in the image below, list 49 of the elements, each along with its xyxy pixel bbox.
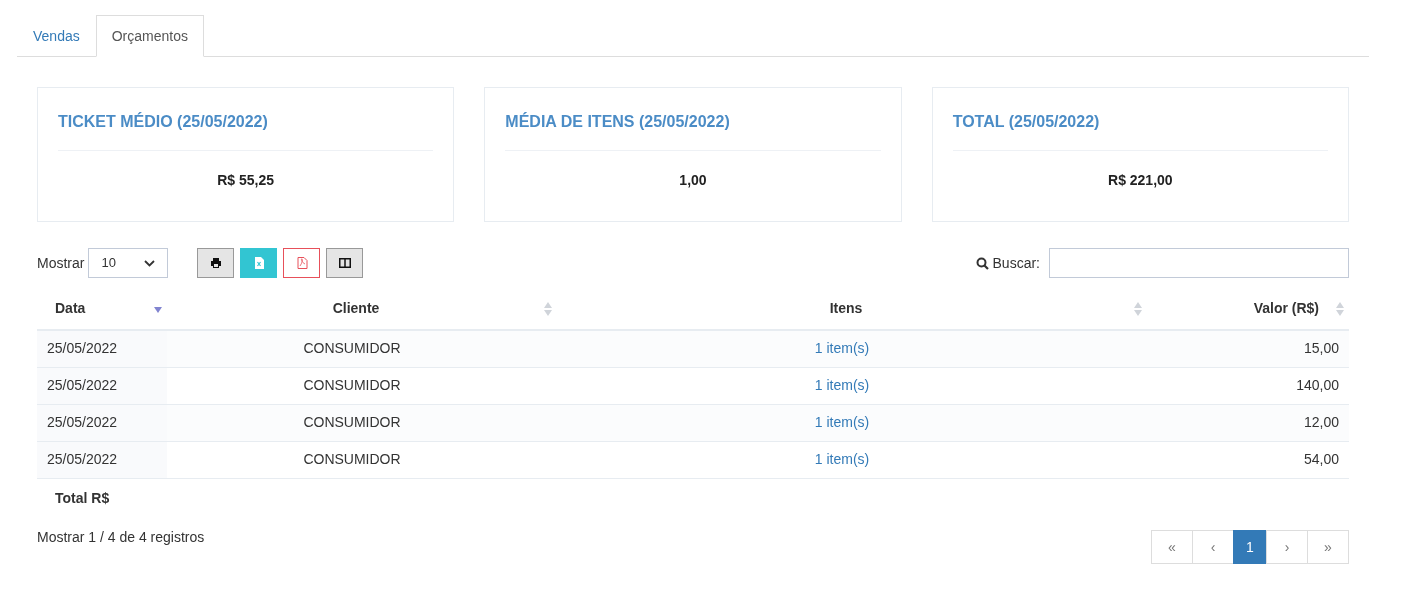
columns-icon bbox=[338, 257, 351, 269]
columns-button[interactable] bbox=[326, 248, 364, 278]
pdf-file-icon bbox=[295, 257, 308, 269]
table-cell: CONSUMIDOR bbox=[167, 330, 557, 367]
search-label: Buscar: bbox=[992, 253, 1040, 273]
column-header[interactable]: Cliente bbox=[167, 288, 557, 330]
search-icon bbox=[975, 256, 989, 270]
table-cell: 25/05/2022 bbox=[37, 441, 167, 478]
card-title: TOTAL (25/05/2022) bbox=[952, 110, 1328, 151]
tab[interactable]: Orçamentos bbox=[95, 15, 204, 57]
items-link[interactable]: 1 item(s) bbox=[557, 441, 1147, 478]
search-field[interactable] bbox=[1049, 248, 1349, 278]
page-button[interactable]: › bbox=[1266, 530, 1308, 564]
table-cell: CONSUMIDOR bbox=[167, 404, 557, 441]
page-button[interactable]: » bbox=[1307, 530, 1349, 564]
table-cell: CONSUMIDOR bbox=[167, 367, 557, 404]
tab[interactable]: Vendas bbox=[17, 15, 96, 57]
card-value: 1,00 bbox=[678, 171, 708, 190]
card-value: R$ 55,25 bbox=[216, 171, 276, 190]
table-cell: 140,00 bbox=[1147, 367, 1349, 404]
length-label: Mostrar bbox=[37, 253, 85, 273]
table-cell: 25/05/2022 bbox=[37, 330, 167, 367]
column-header[interactable]: Itens bbox=[557, 288, 1147, 330]
column-header[interactable]: Data bbox=[37, 288, 167, 330]
items-link[interactable]: 1 item(s) bbox=[557, 404, 1147, 441]
print-button[interactable] bbox=[197, 248, 235, 278]
spreadsheet-file-icon bbox=[252, 257, 265, 269]
table-cell: 54,00 bbox=[1147, 441, 1349, 478]
total-label: Total R$ bbox=[37, 478, 167, 518]
page-button[interactable]: 1 bbox=[1233, 530, 1267, 564]
page-button[interactable]: « bbox=[1151, 530, 1193, 564]
table-cell: 25/05/2022 bbox=[37, 367, 167, 404]
card-title: TICKET MÉDIO (25/05/2022) bbox=[58, 110, 434, 151]
excel-button[interactable] bbox=[240, 248, 278, 278]
table-cell: 25/05/2022 bbox=[37, 404, 167, 441]
column-header[interactable]: Valor (R$) bbox=[1147, 288, 1349, 330]
pdf-button[interactable] bbox=[283, 248, 321, 278]
card-value: R$ 221,00 bbox=[1107, 171, 1174, 190]
page-button[interactable]: ‹ bbox=[1192, 530, 1234, 564]
items-link[interactable]: 1 item(s) bbox=[557, 330, 1147, 367]
table-cell: CONSUMIDOR bbox=[167, 441, 557, 478]
table-cell: 12,00 bbox=[1147, 404, 1349, 441]
chevron-down-icon bbox=[144, 259, 156, 267]
card-title: MÉDIA DE ITENS (25/05/2022) bbox=[505, 110, 881, 151]
printer-icon bbox=[209, 257, 222, 269]
table-cell: 15,00 bbox=[1147, 330, 1349, 367]
table-info: Mostrar 1 / 4 de 4 registros bbox=[37, 527, 205, 547]
length-select[interactable]: 10 bbox=[88, 248, 169, 278]
items-link[interactable]: 1 item(s) bbox=[557, 367, 1147, 404]
